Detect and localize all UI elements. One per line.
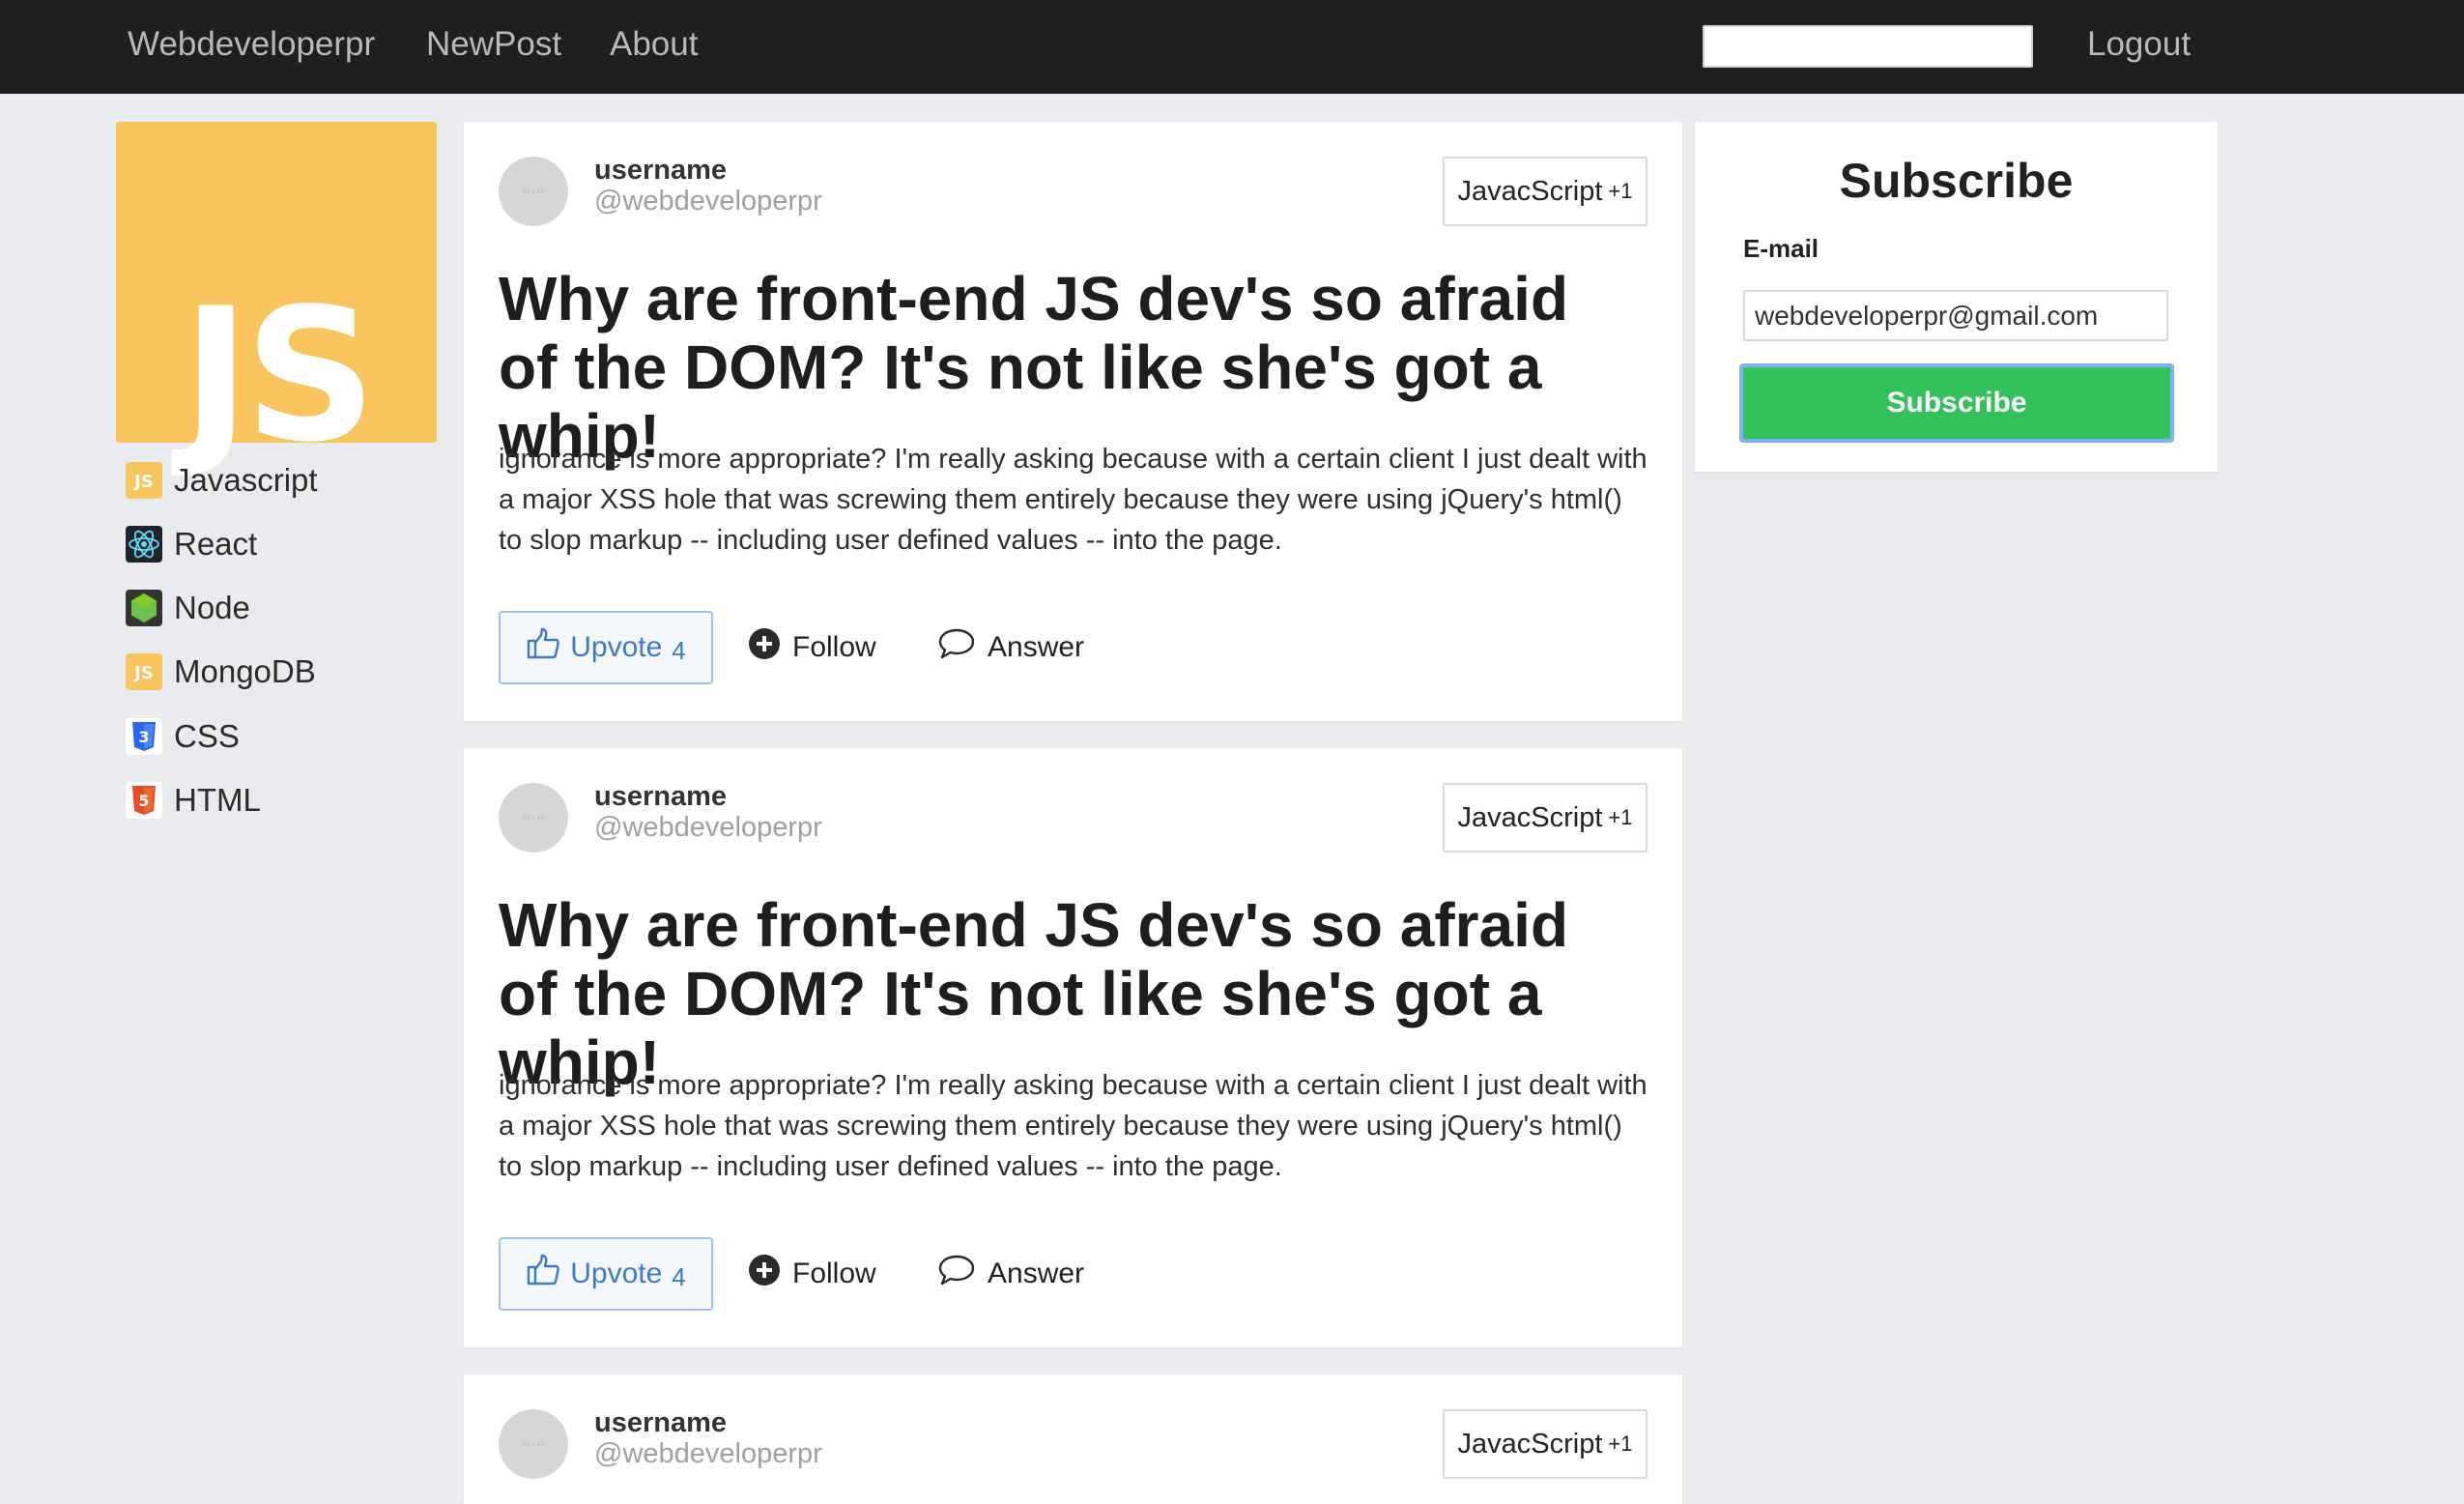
tag-button[interactable]: JavacScript +1 (1443, 1409, 1647, 1479)
svg-text:5: 5 (138, 792, 149, 810)
post-handle: @webdeveloperpr (594, 812, 822, 843)
sidebar-item-label: HTML (174, 782, 261, 818)
sidebar-item-mongodb[interactable]: JS MongoDB (126, 651, 316, 693)
avatar: 60 x 60 (499, 1409, 568, 1479)
post-body: ignorance is more appropriate? I'm reall… (499, 1070, 1647, 1182)
upvote-button[interactable]: Upvote 4 (499, 1237, 713, 1311)
search-input[interactable] (1703, 25, 2033, 68)
react-icon (126, 526, 162, 563)
tag-label: JavacScript (1457, 801, 1603, 833)
post-body: ignorance is more appropriate? I'm reall… (499, 444, 1647, 556)
thumbs-up-icon (526, 1253, 560, 1295)
sidebar-item-label: Javascript (174, 462, 318, 498)
sidebar-item-react[interactable]: React (126, 523, 257, 565)
sidebar-item-label: Node (174, 590, 250, 625)
sidebar-item-javascript[interactable]: JS Javascript (126, 459, 318, 502)
post-card: 60 x 60 username @webdeveloperpr JavacSc… (464, 748, 1682, 1347)
nav-newpost-link[interactable]: NewPost (426, 21, 561, 68)
js-logo: JS (116, 122, 437, 468)
tag-label: JavacScript (1457, 1428, 1603, 1460)
node-icon (126, 590, 162, 626)
tag-button[interactable]: JavacScript +1 (1443, 783, 1647, 853)
post-card: 60 x 60 username @webdeveloperpr JavacSc… (464, 1374, 1682, 1504)
post-username[interactable]: username (594, 781, 727, 813)
logout-link[interactable]: Logout (2087, 21, 2191, 68)
svg-text:JS: JS (132, 663, 154, 683)
follow-label: Follow (792, 631, 876, 663)
avatar: 60 x 60 (499, 157, 568, 226)
html5-icon: 5 (126, 782, 162, 819)
brand-link[interactable]: Webdeveloperpr (128, 21, 375, 68)
svg-text:JS: JS (132, 472, 154, 492)
answer-label: Answer (988, 1258, 1085, 1289)
javascript-icon: JS (126, 462, 162, 499)
post-username[interactable]: username (594, 155, 727, 187)
sidebar-item-label: React (174, 526, 258, 562)
js-logo-text: JS (182, 269, 377, 482)
css3-icon: 3 (126, 718, 162, 755)
tag-button[interactable]: JavacScript +1 (1443, 157, 1647, 226)
sidebar-item-html[interactable]: 5 HTML (126, 779, 261, 822)
sidebar-item-label: CSS (174, 718, 240, 754)
upvote-button[interactable]: Upvote 4 (499, 611, 713, 684)
plus-circle-icon (748, 1254, 781, 1294)
subscribe-title: Subscribe (1839, 154, 2074, 208)
answer-label: Answer (988, 631, 1085, 663)
thumbs-up-icon (526, 626, 560, 669)
post-card: 60 x 60 username @webdeveloperpr JavacSc… (464, 122, 1682, 721)
post-handle: @webdeveloperpr (594, 1438, 822, 1469)
email-label: E-mail (1743, 234, 1819, 263)
post-handle: @webdeveloperpr (594, 186, 822, 217)
comment-icon (937, 627, 976, 668)
comment-icon (937, 1254, 976, 1294)
email-field[interactable] (1743, 290, 2168, 341)
sidebar-item-label: MongoDB (174, 653, 316, 689)
subscribe-button[interactable]: Subscribe (1739, 363, 2174, 443)
sidebar-item-css[interactable]: 3 CSS (126, 715, 240, 758)
sidebar-item-node[interactable]: Node (126, 587, 250, 629)
tag-label: JavacScript (1457, 175, 1603, 207)
tag-count: +1 (1608, 805, 1633, 829)
mongodb-icon: JS (126, 653, 162, 690)
post-username[interactable]: username (594, 1407, 727, 1439)
answer-button[interactable]: Answer (937, 611, 1084, 684)
plus-circle-icon (748, 627, 781, 668)
top-navbar: Webdeveloperpr NewPost About Logout (0, 0, 2464, 94)
follow-button[interactable]: Follow (748, 1237, 876, 1311)
tag-count: +1 (1608, 179, 1633, 203)
avatar: 60 x 60 (499, 783, 568, 853)
upvote-label: Upvote (570, 631, 663, 663)
subscribe-card: Subscribe E-mail Subscribe (1695, 122, 2218, 472)
upvote-count: 4 (672, 1261, 686, 1291)
tag-count: +1 (1608, 1432, 1633, 1456)
answer-button[interactable]: Answer (937, 1237, 1084, 1311)
nav-about-link[interactable]: About (610, 21, 698, 68)
upvote-count: 4 (672, 635, 686, 665)
upvote-label: Upvote (570, 1258, 663, 1289)
follow-button[interactable]: Follow (748, 611, 876, 684)
follow-label: Follow (792, 1258, 876, 1289)
svg-text:3: 3 (138, 728, 149, 746)
